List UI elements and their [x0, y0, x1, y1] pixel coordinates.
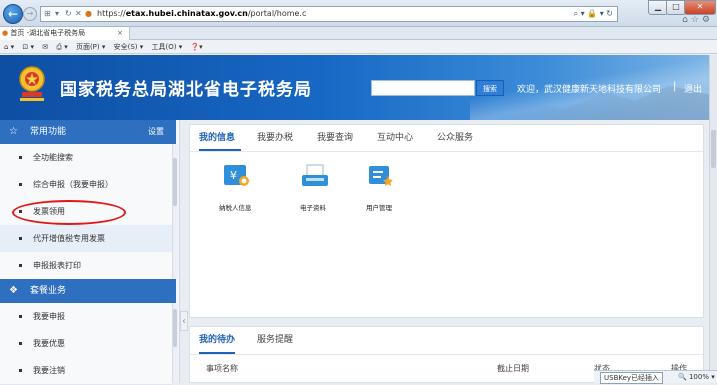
menu-page[interactable]: 页面(P) ▾: [76, 43, 105, 51]
sidebar-scrollbar[interactable]: [172, 144, 178, 279]
search-button[interactable]: 搜索: [476, 80, 504, 96]
menu-safety[interactable]: 安全(S) ▾: [114, 43, 144, 51]
zoom-value: 100%: [688, 373, 709, 381]
sidebar: ☆ 常用功能 设置 全功能搜索 综合申报（我要申报） 发票领用 代开增值税专用发…: [0, 120, 180, 385]
tab-query[interactable]: 我要查询: [317, 125, 353, 151]
home-favorites-settings-icons[interactable]: ⌂☆⚙: [668, 15, 713, 26]
tab-service-reminder[interactable]: 服务提醒: [257, 327, 293, 354]
tab-close-icon[interactable]: ×: [117, 27, 123, 40]
address-bar[interactable]: ⊞ ▾ ↻ ✕ ● https://etax.hubei.chinatax.go…: [40, 6, 618, 22]
annotation-highlight-oval: [12, 200, 126, 225]
site-header: 国家税务总局湖北省电子税务局 搜索 欢迎，武汉健康新天地科技有限公司 | 退出: [0, 55, 717, 120]
app-label-electronic-documents[interactable]: 电子资料: [300, 202, 326, 212]
sidebar-package-title: 套餐业务: [30, 286, 67, 296]
refresh-icon[interactable]: ↻: [65, 9, 72, 18]
window-controls: ▁ □ ✕: [648, 0, 716, 15]
electronic-documents-icon[interactable]: [300, 163, 330, 189]
sidebar-common-title: 常用功能: [30, 127, 67, 137]
welcome-text: 欢迎，武汉健康新天地科技有限公司: [517, 85, 662, 95]
sidebar-collapse-icon[interactable]: ‹: [180, 311, 188, 331]
close-button[interactable]: ✕: [684, 0, 716, 15]
mail-icon[interactable]: ✉: [42, 43, 48, 51]
browser-tab[interactable]: ● 首页 -湖北省电子税务局 ×: [0, 27, 130, 40]
page-scrollbar[interactable]: [709, 55, 717, 383]
tab-my-info[interactable]: 我的信息: [199, 125, 241, 151]
col-item-name: 事项名称: [206, 364, 238, 373]
search-input[interactable]: [371, 80, 475, 96]
sidebar-item-label: 全功能搜索: [33, 153, 73, 162]
sidebar-item-label: 综合申报（我要申报）: [33, 180, 113, 189]
url-text[interactable]: https://etax.hubei.chinatax.gov.cn/porta…: [97, 9, 306, 18]
sidebar-item-vat-special-invoice[interactable]: 代开增值税专用发票: [0, 225, 172, 253]
dropdown-icon[interactable]: ▾: [55, 9, 59, 18]
header-separator: |: [673, 81, 677, 92]
app-label-taxpayer-info[interactable]: 纳税人信息: [219, 202, 252, 212]
sidebar-item-label: 申报报表打印: [33, 261, 81, 270]
my-info-panel: 我的信息 我要办税 我要查询 互动中心 公众服务 ¥ 纳税人信息 电子资料 用户…: [189, 124, 704, 318]
bullet-icon: [19, 156, 22, 159]
sidebar-common-header[interactable]: ☆ 常用功能 设置: [0, 120, 176, 144]
tab-title: 首页 -湖北省电子税务局: [10, 29, 86, 37]
sidebar-item-label: 代开增值税专用发票: [33, 234, 105, 243]
browser-toolbar: ← → ⊞ ▾ ↻ ✕ ● https://etax.hubei.chinata…: [0, 0, 717, 27]
search-lock-icons[interactable]: ⌕ ▾ 🔒 ▾ ↻: [574, 9, 613, 19]
tab-favicon-icon: ●: [2, 29, 9, 37]
sidebar-item-report-print[interactable]: 申报报表打印: [0, 252, 172, 280]
scrollbar-thumb[interactable]: [173, 158, 177, 206]
tab-public-service[interactable]: 公众服务: [437, 125, 473, 151]
sidebar-item-preferential[interactable]: 我要优惠: [0, 330, 172, 358]
tab-tax-handling[interactable]: 我要办税: [257, 125, 293, 151]
sidebar-item-label: 我要申报: [33, 312, 65, 321]
user-management-icon[interactable]: [366, 163, 396, 189]
sidebar-item-deregister[interactable]: 我要注销: [0, 357, 172, 385]
home-icon[interactable]: ⌂ ▾: [4, 43, 14, 51]
tab-interaction-center[interactable]: 互动中心: [377, 125, 413, 151]
sidebar-scrollbar-2[interactable]: [172, 303, 178, 383]
sidebar-package-header[interactable]: ❖ 套餐业务: [0, 279, 176, 303]
taxpayer-info-icon[interactable]: ¥: [222, 163, 252, 189]
site-favicon-icon: ●: [85, 9, 92, 18]
app-label-user-management[interactable]: 用户管理: [366, 202, 392, 212]
bullet-icon: [19, 369, 22, 372]
svg-text:¥: ¥: [230, 169, 237, 182]
col-deadline: 截止日期: [497, 364, 529, 373]
sidebar-item-file-return[interactable]: 我要申报: [0, 303, 172, 331]
forward-button[interactable]: →: [23, 7, 37, 21]
maximize-button[interactable]: □: [666, 0, 686, 15]
tab-my-todo[interactable]: 我的待办: [199, 327, 235, 354]
bullet-icon: [19, 342, 22, 345]
sidebar-settings-link[interactable]: 设置: [148, 120, 164, 144]
stop-icon[interactable]: ✕: [75, 9, 82, 18]
logout-link[interactable]: 退出: [684, 82, 702, 95]
scrollbar-thumb[interactable]: [711, 130, 716, 168]
site-title: 国家税务总局湖北省电子税务局: [60, 80, 312, 100]
bullet-icon: [19, 264, 22, 267]
usbkey-status: USBKey已经插入: [600, 372, 664, 384]
bullet-icon: [19, 237, 22, 240]
sidebar-item-full-search[interactable]: 全功能搜索: [0, 144, 172, 172]
sidebar-item-comprehensive-filing[interactable]: 综合申报（我要申报）: [0, 171, 172, 199]
command-bar: ⌂ ▾ ⊡ ▾ ✉ ⎙ ▾ 页面(P) ▾ 安全(S) ▾ 工具(O) ▾ ❓▾: [0, 40, 717, 54]
back-button[interactable]: ←: [3, 4, 23, 24]
status-bar: USBKey已经插入 🔍 100% ▾: [594, 370, 717, 384]
print-icon[interactable]: ⎙ ▾: [56, 43, 67, 51]
minimize-button[interactable]: ▁: [648, 0, 668, 15]
feeds-icon[interactable]: ⊡ ▾: [22, 43, 34, 51]
package-icon: ❖: [9, 285, 18, 296]
sidebar-item-label: 我要注销: [33, 366, 65, 375]
bullet-icon: [19, 183, 22, 186]
bullet-icon: [19, 315, 22, 318]
main-tabs: 我的信息 我要办税 我要查询 互动中心 公众服务: [190, 125, 703, 152]
sidebar-item-label: 我要优惠: [33, 339, 65, 348]
todo-tabs: 我的待办 服务提醒: [190, 327, 703, 355]
help-icon[interactable]: ❓▾: [190, 43, 202, 51]
tax-emblem-icon: [19, 66, 45, 101]
menu-tools[interactable]: 工具(O) ▾: [152, 43, 183, 51]
zoom-level[interactable]: 🔍 100% ▾: [678, 372, 715, 383]
star-icon: ☆: [9, 126, 18, 137]
scrollbar-thumb[interactable]: [173, 309, 177, 347]
compat-view-icon[interactable]: ⊞: [44, 9, 51, 18]
